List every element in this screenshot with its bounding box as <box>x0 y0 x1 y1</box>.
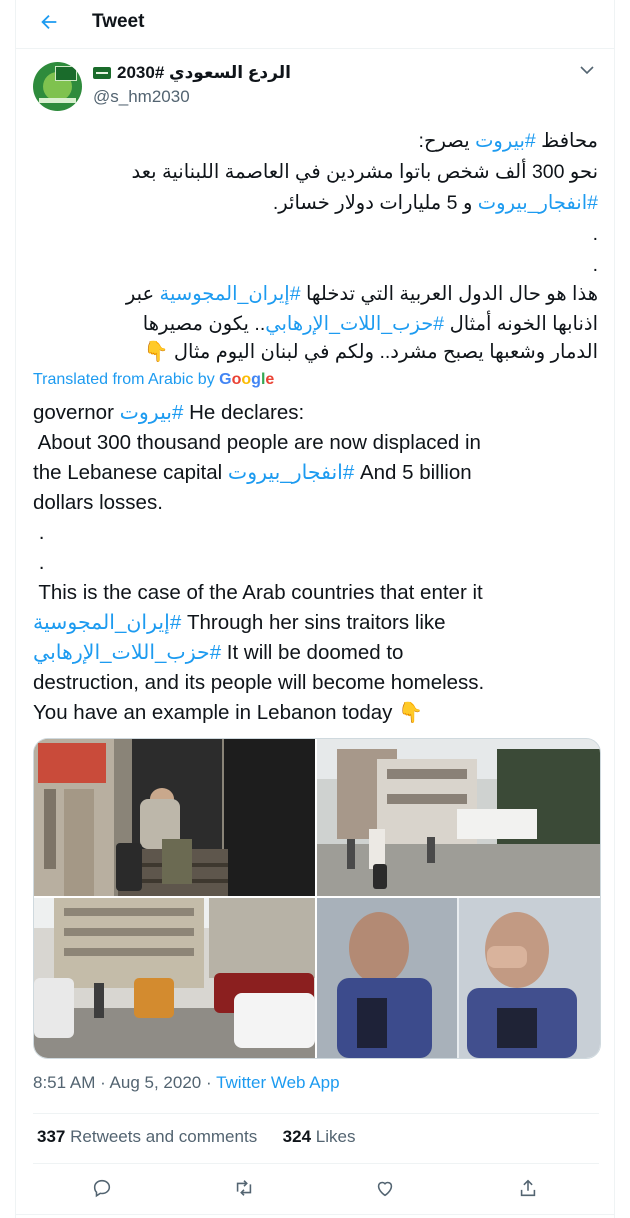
arabic-line: #انفجار_بيروت و 5 مليارات دولار خسائر. <box>272 192 598 214</box>
photo-damaged-street[interactable] <box>317 739 600 896</box>
tweet-time[interactable]: 8:51 AM <box>33 1073 95 1092</box>
hashtag-link[interactable]: #حزب_اللات_الإرهابي <box>265 313 444 335</box>
hashtag-link[interactable]: إيران_المجوسية# <box>33 611 181 634</box>
arabic-line: الدمار وشعبها يصبح مشرد.. ولكم في لبنان … <box>33 339 598 366</box>
hashtag-link[interactable]: #انفجار_بيروت <box>478 192 598 214</box>
hashtag-link[interactable]: #إيران_المجوسية <box>160 283 301 305</box>
translated-line: حزب_اللات_الإرهابي# It will be doomed to <box>33 641 404 664</box>
tweet-date[interactable]: Aug 5, 2020 <box>110 1073 202 1092</box>
translation-attribution[interactable]: Translated from Arabic by Google <box>33 371 274 389</box>
author-name[interactable]: الردع السعودي #2030 <box>93 63 291 83</box>
arabic-line: هذا هو حال الدول العربية التي تدخلها #إي… <box>125 283 598 305</box>
translated-line: You have an example in Lebanon today 👇 <box>33 698 423 728</box>
translated-line: dollars losses. <box>33 491 163 514</box>
hashtag-link[interactable]: بيروت# <box>120 401 184 424</box>
arabic-line: نحو 300 ألف شخص باتوا مشردين في العاصمة … <box>131 161 598 183</box>
page-header: Tweet <box>16 0 614 49</box>
saudi-flag-icon <box>93 67 111 79</box>
avatar[interactable] <box>33 62 82 111</box>
reply-icon[interactable] <box>91 1177 115 1201</box>
tweet-stats: 337 Retweets and comments 324 Likes <box>37 1127 355 1147</box>
media-grid <box>33 738 601 1059</box>
chevron-down-icon[interactable] <box>580 62 594 78</box>
arabic-line: . <box>592 223 598 245</box>
divider <box>33 1113 599 1114</box>
translated-line: This is the case of the Arab countries t… <box>33 581 483 604</box>
divider <box>16 1214 614 1215</box>
photo-street-traffic[interactable] <box>34 898 315 1058</box>
translated-line: the Lebanese capital انفجار_بيروت# And 5… <box>33 461 472 484</box>
arrow-left-icon[interactable] <box>36 11 62 35</box>
hashtag-link[interactable]: انفجار_بيروت# <box>228 461 354 484</box>
translated-line: إيران_المجوسية# Through her sins traitor… <box>33 611 446 634</box>
pointing-down-emoji: 👇 <box>398 702 424 724</box>
arabic-line: . <box>592 254 598 276</box>
like-icon[interactable] <box>374 1177 398 1201</box>
translated-line: governor بيروت# He declares: <box>33 401 305 424</box>
author-handle[interactable]: @s_hm2030 <box>93 87 190 107</box>
tweet-column: Tweet الردع السعودي #2030 @s_hm2030 محاف… <box>15 0 615 1218</box>
author-name-text: الردع السعودي #2030 <box>117 63 291 82</box>
retweet-icon[interactable] <box>232 1177 256 1201</box>
page-title: Tweet <box>92 11 145 32</box>
arabic-line: محافظ #بيروت يصرح: <box>418 130 598 152</box>
pointing-down-emoji: 👇 <box>143 341 169 363</box>
translated-line: . <box>33 521 45 544</box>
tweet-meta: 8:51 AM · Aug 5, 2020 · Twitter Web App <box>33 1073 340 1092</box>
arabic-line: اذنابها الخونه أمثال #حزب_اللات_الإرهابي… <box>142 313 598 335</box>
hashtag-link[interactable]: حزب_اللات_الإرهابي# <box>33 641 221 664</box>
photo-man-with-luggage[interactable] <box>34 739 315 896</box>
share-icon[interactable] <box>517 1177 541 1201</box>
hashtag-link[interactable]: #بيروت <box>475 130 536 152</box>
translated-line: About 300 thousand people are now displa… <box>33 431 481 454</box>
retweets-count-link[interactable]: 337 Retweets and comments <box>37 1127 257 1146</box>
divider <box>33 1163 599 1164</box>
translated-line: . <box>33 551 45 574</box>
translated-line: destruction, and its people will become … <box>33 671 485 694</box>
tweet-source-app[interactable]: Twitter Web App <box>216 1073 339 1092</box>
photo-governor-crying[interactable] <box>317 898 600 1058</box>
likes-count-link[interactable]: 324 Likes <box>283 1127 356 1146</box>
